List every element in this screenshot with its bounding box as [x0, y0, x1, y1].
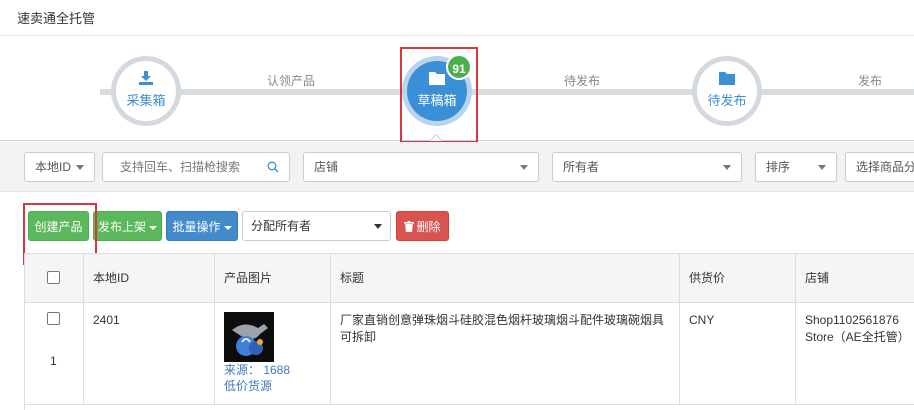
trash-icon	[404, 221, 415, 232]
caret-down-icon	[76, 165, 84, 170]
source-link[interactable]: 来源： 1688	[224, 362, 322, 378]
local-id-select-label: 本地ID	[35, 160, 72, 174]
product-table: 本地ID 产品图片 标题 供货价 店铺 1 2401 来源： 1688 低价货源…	[24, 253, 914, 410]
owner-select[interactable]: 所有者	[552, 152, 742, 182]
workflow-steps: 认领产品 待发布 发布 采集箱 草稿箱 91 待发布	[0, 37, 914, 149]
caret-down-icon	[723, 165, 731, 170]
caret-down-icon	[223, 225, 232, 230]
filter-bar: 本地ID 支持回车、扫描枪搜索 店铺 所有者 排序 选择商品分类	[0, 142, 914, 192]
category-select-label: 选择商品分类	[856, 160, 914, 174]
step-pending-publish[interactable]: 待发布	[692, 56, 762, 126]
delete-button-label: 删除	[416, 220, 441, 234]
row-index: 1	[50, 354, 57, 368]
product-image-cell: 来源： 1688 低价货源	[215, 303, 331, 405]
step-connector-label: 发布	[858, 74, 883, 88]
step-label-collect: 采集箱	[126, 93, 166, 108]
product-thumbnail[interactable]	[224, 312, 274, 362]
caret-down-icon	[520, 165, 528, 170]
highlight-box	[400, 47, 478, 143]
step-connector-label: 待发布	[564, 74, 601, 88]
select-all-checkbox[interactable]	[47, 271, 60, 284]
category-select[interactable]: 选择商品分类	[845, 152, 914, 182]
search-icon[interactable]	[267, 161, 279, 173]
step-collect-box[interactable]: 采集箱	[111, 56, 181, 126]
step-label-pending: 待发布	[707, 93, 747, 108]
local-id-select[interactable]: 本地ID	[24, 152, 95, 182]
caret-down-icon	[149, 225, 157, 230]
step-connector-line	[100, 89, 914, 95]
local-id-cell: 2401	[84, 303, 215, 405]
source-tag[interactable]: 低价货源	[224, 378, 322, 394]
shop-select-label: 店铺	[314, 160, 339, 174]
table-header: 店铺	[796, 254, 914, 303]
search-placeholder: 支持回车、扫描枪搜索	[120, 160, 241, 174]
delete-button[interactable]: 删除	[396, 211, 449, 241]
product-image	[224, 312, 274, 362]
assign-owner-select[interactable]: 分配所有者	[242, 211, 391, 241]
publish-button[interactable]: 发布上架	[93, 211, 162, 241]
search-input[interactable]: 支持回车、扫描枪搜索	[102, 152, 290, 182]
sort-select[interactable]: 排序	[755, 152, 837, 182]
page-title: 速卖通全托管	[17, 11, 96, 26]
publish-button-label: 发布上架	[97, 220, 146, 234]
owner-select-label: 所有者	[563, 160, 600, 174]
caret-down-icon	[818, 165, 826, 170]
table-header: 供货价	[680, 254, 796, 303]
sort-select-label: 排序	[766, 160, 791, 174]
assign-owner-label: 分配所有者	[251, 219, 312, 233]
shop-cell: Shop1102561876 Store（AE全托管）	[796, 303, 914, 405]
table-row-select-cell: 1	[25, 303, 84, 405]
price-cell: CNY	[680, 303, 796, 405]
batch-button-label: 批量操作	[172, 220, 221, 234]
table-header: 标题	[331, 254, 680, 303]
action-toolbar: 创建产品 发布上架 批量操作 分配所有者 删除	[0, 193, 914, 265]
download-icon	[139, 71, 153, 85]
row-checkbox[interactable]	[47, 312, 60, 325]
shop-select[interactable]: 店铺	[303, 152, 539, 182]
table-header: 产品图片	[215, 254, 331, 303]
page-header: 速卖通全托管	[0, 0, 914, 36]
table-header-select	[25, 254, 84, 303]
folder-icon	[719, 72, 735, 85]
batch-operation-button[interactable]: 批量操作	[166, 211, 238, 241]
step-connector-label: 认领产品	[267, 74, 316, 88]
table-header: 本地ID	[84, 254, 215, 303]
caret-down-icon	[374, 224, 382, 229]
title-cell: 厂家直销创意弹珠烟斗硅胶混色烟杆玻璃烟斗配件玻璃碗烟具可拆卸	[331, 303, 680, 405]
